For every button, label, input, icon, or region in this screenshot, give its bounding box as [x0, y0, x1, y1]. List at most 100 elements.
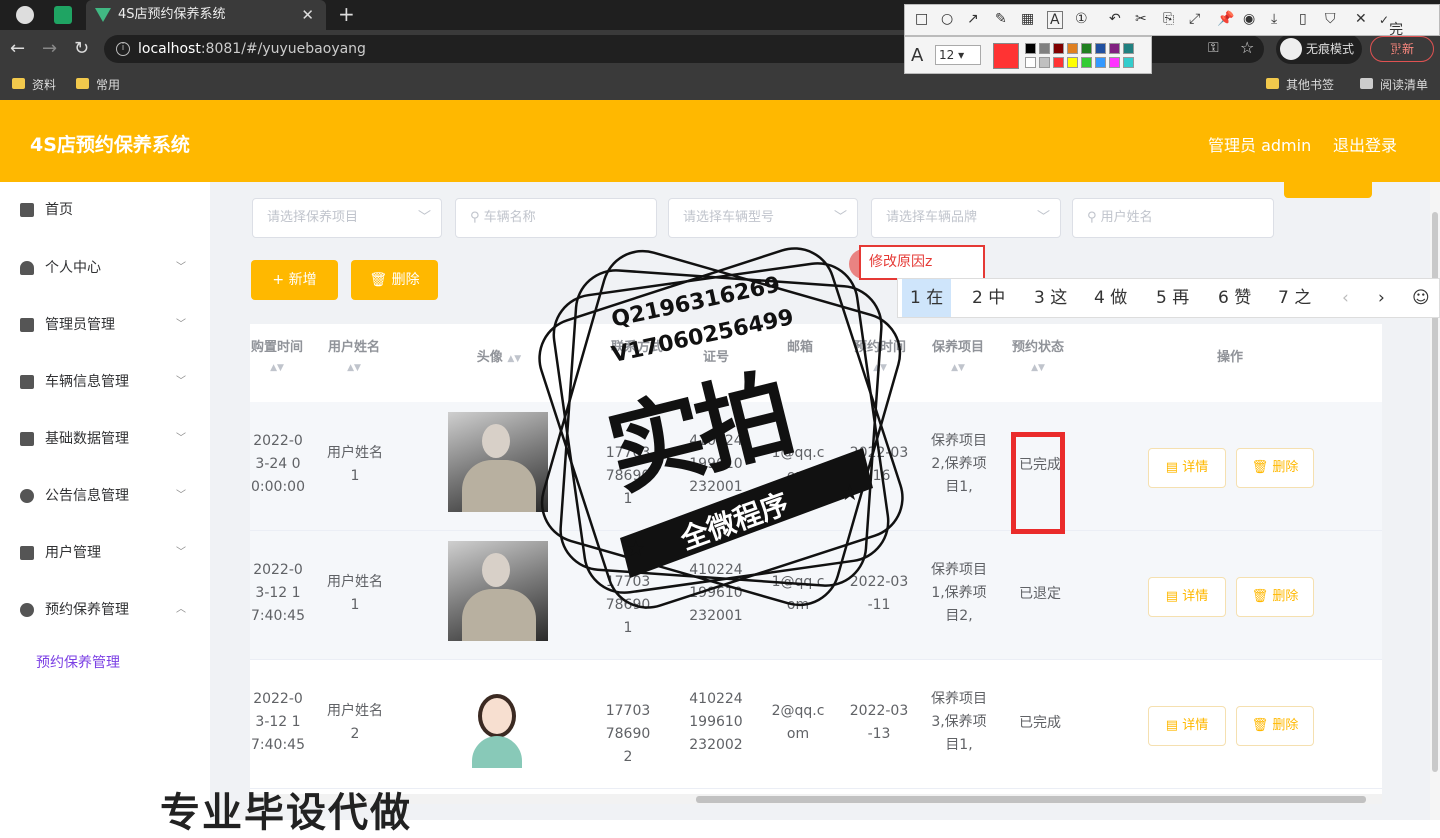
key-icon[interactable]: ⚿ [1208, 40, 1219, 56]
undo-icon[interactable]: ↶ [1109, 11, 1121, 27]
emoji-icon[interactable]: ☺ [1404, 279, 1438, 317]
color-swatch[interactable] [1123, 43, 1134, 54]
rectangle-tool-icon[interactable]: □ [915, 11, 928, 27]
color-swatch[interactable] [1109, 57, 1120, 68]
globe-icon[interactable] [16, 6, 34, 24]
download-icon[interactable]: ⤓ [1271, 11, 1277, 27]
reading-list[interactable]: 阅读清单 [1360, 76, 1428, 93]
color-swatch[interactable] [1123, 57, 1134, 68]
mosaic-tool-icon[interactable]: ▦ [1021, 11, 1034, 27]
forward-icon[interactable]: → [42, 38, 57, 59]
project-select[interactable]: 请选择保养项目 ﹀ [252, 198, 442, 238]
sort-icon[interactable]: ▲▼ [1006, 358, 1070, 378]
color-swatch[interactable] [1067, 57, 1078, 68]
incognito-badge[interactable]: 无痕模式 [1276, 34, 1362, 64]
ime-candidate[interactable]: 5 再 [1148, 279, 1197, 317]
ellipse-tool-icon[interactable]: ○ [941, 11, 953, 27]
sheet-tab-icon[interactable] [54, 6, 72, 24]
reload-icon[interactable]: ↻ [74, 38, 89, 59]
ime-candidate[interactable]: 3 这 [1026, 279, 1075, 317]
sidebar-item-vehicles[interactable]: 车辆信息管理 ﹀ [0, 362, 210, 402]
phone-icon[interactable]: ▯ [1299, 11, 1307, 27]
color-swatch[interactable] [1081, 43, 1092, 54]
sort-icon[interactable]: ▲▼ [507, 354, 521, 364]
detail-button[interactable]: ▤ 详情 [1148, 577, 1226, 617]
number-tool-icon[interactable]: ① [1075, 11, 1088, 27]
color-swatch[interactable] [1081, 57, 1092, 68]
car-type-select[interactable]: 请选择车辆型号 ﹀ [668, 198, 858, 238]
font-size-select[interactable]: 12 ▾ [935, 45, 981, 65]
col-username[interactable]: 用户姓名 ▲▼ [322, 338, 386, 378]
col-avatar[interactable]: 头像 ▲▼ [464, 348, 534, 369]
scrollbar-thumb[interactable] [696, 796, 1366, 803]
horizontal-scrollbar[interactable] [250, 794, 1382, 804]
color-swatch[interactable] [1095, 43, 1106, 54]
record-icon[interactable]: ◉ [1243, 11, 1255, 27]
delete-button[interactable]: 🗑 删除 [1236, 706, 1314, 746]
sidebar-item-home[interactable]: 首页 [0, 190, 210, 230]
bookmark-icon[interactable]: ⛉ [1325, 11, 1336, 27]
username-input[interactable]: ⚲ 用户姓名 [1072, 198, 1274, 238]
color-swatch[interactable] [1067, 43, 1078, 54]
ime-candidate[interactable]: 2 中 [964, 279, 1013, 317]
sidebar-item-admins[interactable]: 管理员管理 ﹀ [0, 305, 210, 345]
logout-link[interactable]: 退出登录 [1333, 132, 1397, 156]
arrow-tool-icon[interactable]: ↗ [967, 11, 979, 27]
close-tab-icon[interactable]: ✕ [301, 0, 314, 30]
sort-icon[interactable]: ▲▼ [926, 358, 990, 378]
brand-select[interactable]: 请选择车辆品牌 ﹀ [871, 198, 1061, 238]
detail-button[interactable]: ▤ 详情 [1148, 706, 1226, 746]
annotation-text-input[interactable]: 修改原因z [859, 245, 985, 280]
sort-icon[interactable]: ▲▼ [250, 358, 304, 378]
delete-button[interactable]: 🗑 删除 [1236, 448, 1314, 488]
car-name-input[interactable]: ⚲ 车辆名称 [455, 198, 657, 238]
sort-icon[interactable]: ▲▼ [848, 358, 912, 378]
sort-icon[interactable]: ▲▼ [322, 358, 386, 378]
cut-icon[interactable]: ✂ [1135, 11, 1147, 27]
color-swatch[interactable] [1039, 57, 1050, 68]
star-icon[interactable]: ☆ [1240, 38, 1254, 57]
sidebar-subitem-appointments[interactable]: 预约保养管理 [36, 652, 120, 672]
color-swatch[interactable] [1039, 43, 1050, 54]
col-contact[interactable]: 联系方式 [602, 338, 672, 358]
done-button[interactable]: ✓ 完成 [1379, 13, 1403, 58]
current-color-swatch[interactable] [993, 43, 1019, 69]
ime-candidate[interactable]: 6 赞 [1210, 279, 1259, 317]
delete-button[interactable]: 🗑 删除 [1236, 577, 1314, 617]
col-buy-time[interactable]: 购置时间 ▲▼ [250, 338, 304, 378]
browser-tab-active[interactable]: 4S店预约保养系统 ✕ [86, 0, 326, 30]
chevron-left-icon[interactable]: ‹ [1334, 279, 1357, 317]
pen-tool-icon[interactable]: ✎ [995, 11, 1007, 27]
sidebar-item-users[interactable]: 用户管理 ﹀ [0, 533, 210, 573]
col-appoint-time[interactable]: 预约时间 ▲▼ [848, 338, 912, 378]
color-swatch[interactable] [1095, 57, 1106, 68]
sidebar-item-basedata[interactable]: 基础数据管理 ﹀ [0, 419, 210, 459]
color-swatch[interactable] [1053, 57, 1064, 68]
ime-candidate[interactable]: 1 在 [902, 279, 952, 317]
batch-delete-button[interactable]: 🗑 删除 [351, 260, 438, 300]
ime-candidate[interactable]: 4 做 [1086, 279, 1135, 317]
back-icon[interactable]: ← [10, 38, 25, 59]
info-icon[interactable]: i [116, 42, 130, 56]
bookmark-folder[interactable]: 资料 [12, 76, 56, 93]
bookmark-folder[interactable]: 常用 [76, 76, 120, 93]
color-swatch[interactable] [1109, 43, 1120, 54]
col-idcard[interactable]: 证号 [686, 348, 746, 368]
col-status[interactable]: 预约状态 ▲▼ [1006, 338, 1070, 378]
col-project[interactable]: 保养项目 ▲▼ [926, 338, 990, 378]
pin-icon[interactable]: 📌 [1217, 11, 1234, 27]
expand-icon[interactable]: ⤢ [1189, 11, 1200, 27]
copy-icon[interactable]: ⎘ [1163, 11, 1174, 27]
detail-button[interactable]: ▤ 详情 [1148, 448, 1226, 488]
table-row[interactable]: 2022-03-24 00:00:00 用户姓名1 17703786901 41… [250, 402, 1382, 531]
text-tool-icon[interactable]: A [1047, 11, 1063, 29]
color-swatch[interactable] [1025, 43, 1036, 54]
add-button[interactable]: + 新增 [251, 260, 338, 300]
col-email[interactable]: 邮箱 [770, 338, 830, 358]
color-swatch[interactable] [1053, 43, 1064, 54]
cancel-icon[interactable]: ✕ [1355, 11, 1367, 27]
sidebar-item-profile[interactable]: 个人中心 ﹀ [0, 248, 210, 288]
table-row[interactable]: 2022-03-12 17:40:45 用户姓名2 17703786902 41… [250, 660, 1382, 789]
new-tab-icon[interactable]: + [338, 2, 355, 26]
ime-candidate[interactable]: 7 之 [1270, 279, 1319, 317]
